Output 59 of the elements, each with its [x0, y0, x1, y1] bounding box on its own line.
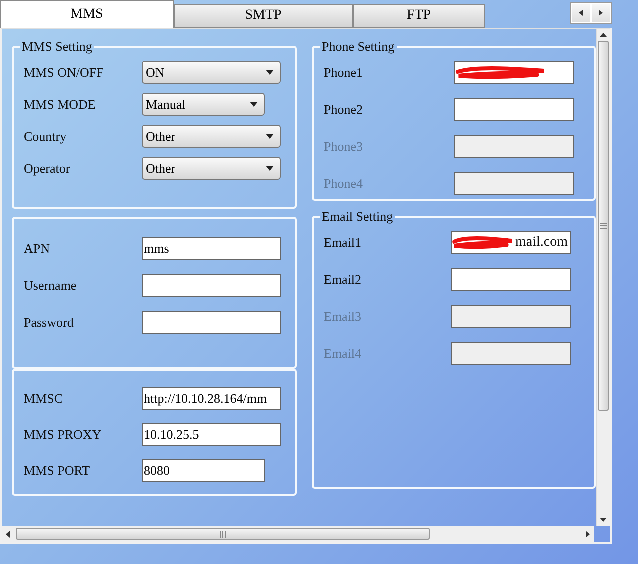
- input-field[interactable]: http://10.10.28.164/mm: [142, 387, 281, 410]
- grip-icon[interactable]: [220, 530, 226, 538]
- input-field[interactable]: [454, 98, 574, 121]
- field-label: Password: [24, 314, 75, 330]
- right-arrow-icon: [598, 10, 604, 16]
- field-label: Operator: [24, 160, 72, 176]
- field-label: MMS MODE: [24, 96, 97, 112]
- dropdown[interactable]: Other: [142, 125, 281, 148]
- caret-icon: [266, 166, 274, 171]
- input-field[interactable]: [454, 61, 574, 84]
- field-label: APN: [24, 240, 52, 256]
- input-field[interactable]: mail.com: [451, 231, 571, 254]
- caret-icon: [266, 70, 274, 75]
- field-label: MMS PORT: [24, 462, 92, 478]
- grip-icon[interactable]: [600, 223, 607, 229]
- input-field[interactable]: [451, 268, 571, 291]
- input-field[interactable]: [454, 172, 574, 195]
- field-label: MMSC: [24, 390, 64, 406]
- group-title: Phone Setting: [321, 39, 396, 55]
- dropdown[interactable]: Manual: [142, 93, 265, 116]
- input-field[interactable]: [142, 274, 281, 297]
- down-arrow-icon[interactable]: [600, 518, 607, 522]
- left-arrow-icon: [578, 10, 584, 16]
- field-label: Phone4: [324, 176, 364, 192]
- tab[interactable]: SMTP: [174, 4, 353, 28]
- field-label: Phone1: [324, 64, 364, 80]
- tab[interactable]: MMS: [0, 0, 174, 28]
- vertical-scrollbar[interactable]: [596, 29, 610, 526]
- input-field[interactable]: [451, 305, 571, 328]
- up-arrow-icon[interactable]: [600, 33, 607, 37]
- input-field[interactable]: [454, 135, 574, 158]
- group-title: MMS Setting: [21, 39, 94, 55]
- scroll-left-button[interactable]: [571, 3, 591, 23]
- field-label: Email4: [324, 346, 363, 362]
- field-label: Phone2: [324, 102, 364, 118]
- dropdown[interactable]: ON: [142, 61, 281, 84]
- field-label: Email2: [324, 272, 363, 288]
- tab[interactable]: FTP: [353, 4, 485, 28]
- input-field[interactable]: [142, 311, 281, 334]
- dropdown[interactable]: Other: [142, 157, 281, 180]
- horizontal-scrollbar[interactable]: [2, 526, 594, 542]
- left-arrow-icon[interactable]: [6, 530, 10, 538]
- field-label: Email1: [324, 234, 363, 250]
- field-label: Username: [24, 278, 78, 294]
- right-arrow-icon[interactable]: [586, 530, 590, 538]
- input-field[interactable]: mms: [142, 237, 281, 260]
- scroll-right-button[interactable]: [591, 3, 611, 23]
- input-field[interactable]: [451, 342, 571, 365]
- caret-icon: [266, 134, 274, 139]
- caret-icon: [250, 102, 258, 107]
- group-title: Email Setting: [321, 209, 394, 225]
- field-label: MMS ON/OFF: [24, 64, 105, 80]
- input-field[interactable]: 8080: [142, 459, 265, 482]
- field-label: Email3: [324, 308, 363, 324]
- input-field[interactable]: 10.10.25.5: [142, 423, 281, 446]
- field-label: Country: [24, 128, 68, 144]
- field-label: Phone3: [324, 138, 364, 154]
- field-value: mail.com: [516, 234, 569, 250]
- field-label: MMS PROXY: [24, 426, 103, 442]
